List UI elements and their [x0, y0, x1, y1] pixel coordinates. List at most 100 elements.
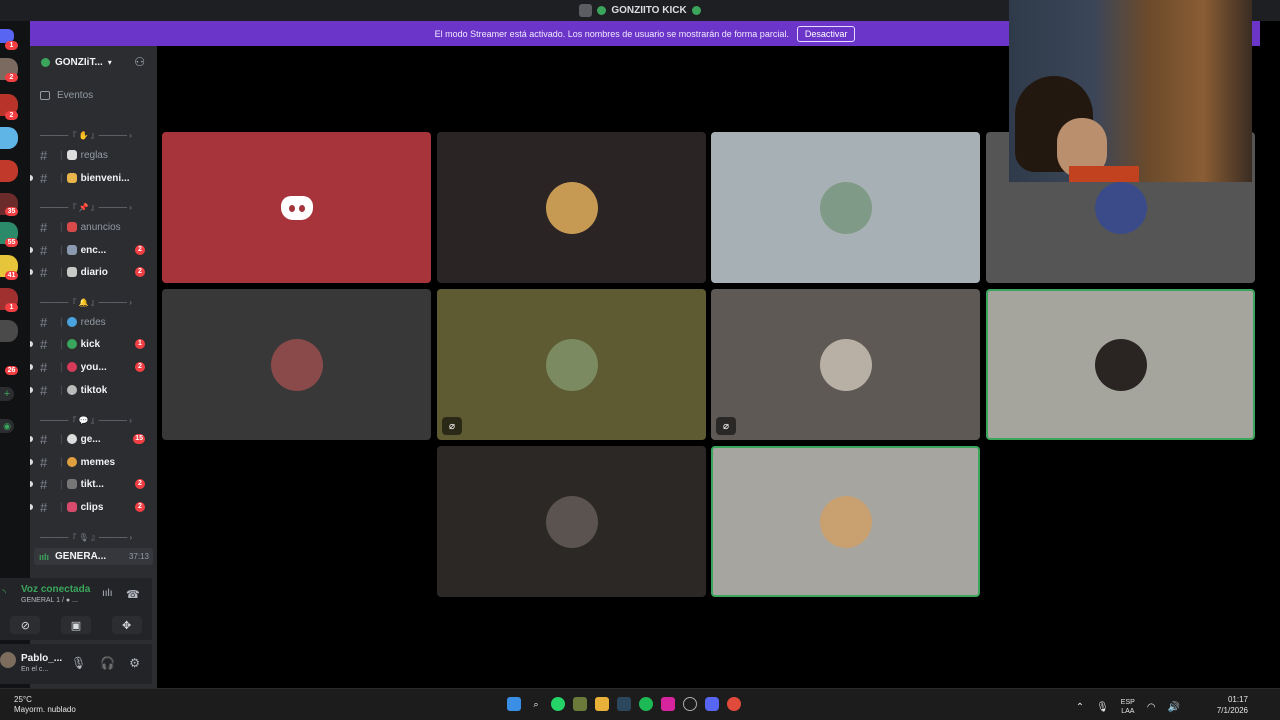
clock-time: 01:17	[1227, 695, 1248, 704]
discord-taskbar-icon[interactable]	[705, 697, 719, 711]
participant-tile[interactable]	[711, 132, 980, 283]
avatar[interactable]	[0, 652, 16, 668]
language-indicator[interactable]: ESP LAA	[1121, 698, 1135, 716]
webcam-overlay	[1009, 0, 1252, 182]
deactivate-button[interactable]: Desactivar	[796, 25, 856, 42]
voice-channel-general[interactable]: ıılı GENERA... 37:13	[34, 548, 153, 565]
signal-icon: ◝	[2, 588, 6, 599]
channel-redes[interactable]: # | redes	[30, 312, 157, 332]
spotify-icon[interactable]	[639, 697, 653, 711]
guild-name: GONZIiT...	[55, 56, 103, 68]
channel-clips[interactable]: # | clips 2	[30, 497, 157, 517]
weather-widget[interactable]: 25°C Mayorm. nublado	[14, 695, 76, 715]
chevron-up-icon[interactable]: ⌃	[1076, 702, 1084, 713]
activities-button[interactable]: ✥	[111, 616, 142, 634]
avatar	[545, 495, 598, 548]
instagram-icon[interactable]	[661, 697, 675, 711]
channel-name: tikt...	[80, 478, 104, 490]
pencil-icon	[66, 267, 77, 277]
screen-share-button[interactable]: ▣	[60, 616, 91, 634]
voice-connection-panel: ◝ Voz conectada GENERAL 1 / ● ... ıılı ☎…	[0, 578, 152, 640]
guild-header[interactable]: GONZIiT... ▾ ⚇	[30, 46, 157, 78]
channel-encuestas[interactable]: # | enc... 2	[30, 240, 157, 260]
server-badge: 2	[5, 111, 18, 120]
discord-logo-icon	[280, 195, 313, 220]
avatar	[819, 181, 872, 234]
search-icon[interactable]: ⌕	[529, 697, 543, 711]
user-controls: 🎙 🎧 ⚙	[71, 656, 140, 670]
participant-tile[interactable]	[986, 289, 1255, 440]
steam-icon[interactable]	[617, 697, 631, 711]
activities-icon: ✥	[122, 619, 132, 632]
participant-tile[interactable]: ⌀	[711, 289, 980, 440]
participant-tile[interactable]	[437, 446, 706, 597]
headphones-icon[interactable]: 🎧	[100, 656, 115, 670]
participant-tile[interactable]: ⌀	[437, 289, 706, 440]
channel-general[interactable]: # | ge... 15	[30, 429, 157, 449]
participant-tile[interactable]	[162, 289, 431, 440]
category-divider[interactable]: ─────『 ✋ 』───── ›	[40, 130, 145, 141]
red-circle-icon	[66, 362, 77, 372]
hash-icon: #	[40, 382, 48, 398]
invite-user-icon[interactable]: ⚇	[134, 55, 145, 69]
gear-icon[interactable]: ⚙	[129, 656, 140, 670]
category-divider[interactable]: ─────『 📌 』───── ›	[40, 202, 145, 213]
unread-badge: 2	[135, 502, 145, 512]
channel-tiktoks[interactable]: # | tikt... 2	[30, 474, 157, 494]
camera-off-button[interactable]: ⊘	[10, 616, 41, 634]
channel-memes[interactable]: # | memes	[30, 452, 157, 472]
channel-name: you...	[80, 361, 107, 373]
hash-icon: #	[40, 359, 48, 375]
channel-name: tiktok	[80, 384, 108, 396]
channel-name: redes	[80, 316, 106, 328]
participant-tile[interactable]	[162, 132, 431, 283]
server-badge: 26	[5, 366, 18, 375]
channel-name: memes	[80, 456, 116, 468]
channel-bienvenida[interactable]: # | bienveni...	[30, 168, 157, 188]
channel-youtube[interactable]: # | you... 2	[30, 357, 157, 377]
voice-connected-title: Voz conectada	[21, 584, 91, 595]
channel-name: ge...	[80, 433, 101, 445]
events-item[interactable]: Eventos	[40, 90, 93, 101]
channel-kick[interactable]: # | kick 1	[30, 334, 157, 354]
microphone-icon[interactable]: 🎙	[71, 656, 86, 670]
volume-icon[interactable]: 🔊	[1168, 702, 1180, 713]
channel-tiktok[interactable]: # | tiktok	[30, 380, 157, 400]
category-divider[interactable]: ─────『 🎙 』───── ›	[40, 532, 145, 543]
channel-anuncios[interactable]: # | anuncios	[30, 217, 157, 237]
channel-reglas[interactable]: # | reglas	[30, 145, 157, 165]
noise-suppression-icon[interactable]: ıılı	[102, 588, 113, 599]
wave-icon	[66, 173, 77, 183]
scissors-icon	[66, 502, 77, 512]
microphone-tray-icon[interactable]: 🎙	[1096, 702, 1109, 713]
server-icon[interactable]	[0, 127, 18, 149]
unread-badge: 2	[135, 362, 145, 372]
category-divider[interactable]: ─────『 🔔 』───── ›	[40, 297, 145, 308]
hash-icon: #	[40, 264, 48, 280]
category-divider[interactable]: ─────『 💬 』───── ›	[40, 415, 145, 426]
participant-tile[interactable]	[437, 132, 706, 283]
events-label: Eventos	[57, 90, 94, 101]
add-server-icon[interactable]: +	[0, 387, 14, 401]
channel-name: enc...	[80, 244, 107, 256]
minecraft-icon[interactable]	[573, 697, 587, 711]
server-icon[interactable]	[0, 160, 18, 182]
voice-actions: ⊘ ▣ ✥	[0, 616, 152, 634]
banner-message: El modo Streamer está activado. Los nomb…	[434, 28, 789, 39]
discord-app-icon	[579, 4, 593, 17]
hash-icon: #	[40, 499, 48, 515]
windows-start-icon[interactable]	[507, 697, 521, 711]
clock-app-icon[interactable]	[683, 697, 697, 711]
participant-tile[interactable]	[711, 446, 980, 597]
disconnect-icon[interactable]: ☎	[126, 588, 140, 601]
system-clock[interactable]: 01:17 7/1/2026	[1217, 694, 1248, 716]
folder-icon[interactable]	[595, 697, 609, 711]
server-icon[interactable]	[0, 320, 18, 342]
muted-mic-icon: ⌀	[716, 417, 736, 435]
explore-compass-icon[interactable]: ◉	[0, 419, 14, 433]
browser-icon[interactable]	[727, 697, 741, 711]
wifi-icon[interactable]: ◠	[1147, 702, 1156, 713]
whatsapp-icon[interactable]	[551, 697, 565, 711]
channel-diario[interactable]: # | diario 2	[30, 262, 157, 282]
globe-icon	[66, 317, 77, 327]
